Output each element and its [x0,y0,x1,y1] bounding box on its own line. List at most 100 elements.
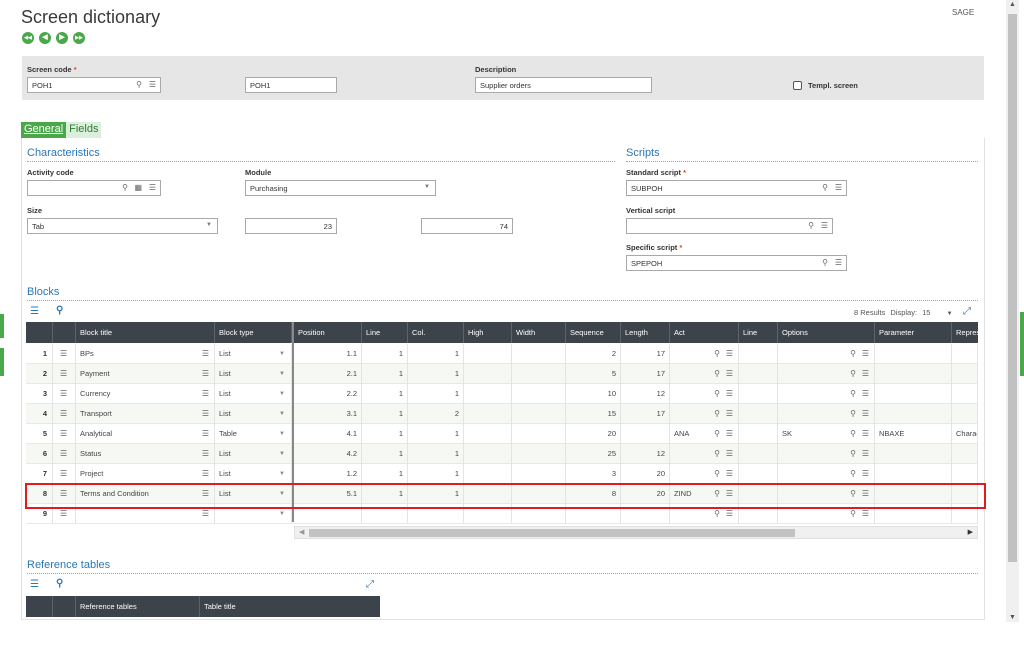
search-icon[interactable]: ⚲ [714,344,720,364]
cell-act[interactable]: ⚲ ☰ [670,404,739,424]
cell-sequence[interactable]: 25 [566,444,621,464]
size-width-field[interactable]: 74 [421,218,513,234]
list-icon[interactable]: ☰ [202,364,209,384]
last-record-icon[interactable]: ▶▶ [73,32,85,44]
header-act[interactable]: Act [670,322,739,343]
row-detail-icon[interactable]: ☰ [60,464,67,484]
right-panel-toggle[interactable] [1020,312,1024,376]
list-icon[interactable]: ☰ [726,344,733,364]
cell-position[interactable]: 1.1 [294,344,362,364]
cell-high[interactable] [464,364,512,384]
cell-parameter[interactable] [875,464,952,484]
scroll-up-icon[interactable]: ▲ [1009,1,1016,8]
cell-options[interactable]: SK ⚲ ☰ [778,424,875,444]
vertical-scrollbar[interactable]: ▲ ▼ [1006,0,1019,622]
cell-high[interactable] [464,344,512,364]
cell-sequence[interactable]: 5 [566,364,621,384]
cell-block-type[interactable]: List ▼ [215,344,292,364]
list-icon[interactable]: ☰ [862,404,869,424]
search-icon[interactable]: ⚲ [714,364,720,384]
size-height-field[interactable]: 23 [245,218,337,234]
cell-width[interactable] [512,404,566,424]
cell-block-type[interactable]: List ▼ [215,364,292,384]
row-detail-icon[interactable]: ☰ [60,404,67,424]
scroll-right-icon[interactable]: ▶ [968,528,973,536]
cell-block-type[interactable]: Table ▼ [215,424,292,444]
horizontal-scrollbar[interactable]: ◀ ▶ [294,526,978,539]
cell-length[interactable] [621,424,670,444]
cell-options[interactable]: ⚲ ☰ [778,384,875,404]
cell-line[interactable]: 1 [362,424,408,444]
cell-sequence[interactable]: 2 [566,344,621,364]
search-icon[interactable]: ⚲ [122,183,128,192]
list-icon[interactable]: ☰ [835,183,842,192]
cell-act[interactable]: ⚲ ☰ [670,384,739,404]
cell-options[interactable]: ⚲ ☰ [778,364,875,384]
cell-line[interactable]: 1 [362,364,408,384]
header-position[interactable]: Position [294,322,362,343]
search-icon[interactable]: ⚲ [56,578,63,589]
previous-record-icon[interactable]: ◀ [39,32,51,44]
cell-parameter[interactable] [875,444,952,464]
cell-act[interactable]: ⚲ ☰ [670,444,739,464]
header-repres[interactable]: Repres [952,322,978,343]
cell-options[interactable]: ⚲ ☰ [778,344,875,364]
list-icon[interactable]: ☰ [726,444,733,464]
chevron-down-icon[interactable]: ▼ [279,364,285,384]
cell-options[interactable]: ⚲ ☰ [778,404,875,424]
row-detail[interactable]: ☰ [53,364,76,384]
cell-position[interactable]: 3.1 [294,404,362,424]
cell-width[interactable] [512,384,566,404]
cell-block-title[interactable]: BPs ☰ [76,344,215,364]
cell-options[interactable]: ⚲ ☰ [778,464,875,484]
expand-icon[interactable]: ⤢ [366,579,374,590]
cell-parameter[interactable] [875,404,952,424]
templ-screen-checkbox[interactable] [793,81,802,90]
cell-length[interactable]: 12 [621,444,670,464]
list-icon[interactable]: ☰ [726,364,733,384]
search-icon[interactable]: ⚲ [808,221,814,230]
header-reference-tables[interactable]: Reference tables [76,596,200,617]
cell-parameter[interactable] [875,364,952,384]
scrollbar-thumb[interactable] [309,529,795,537]
list-icon[interactable]: ☰ [202,344,209,364]
calendar-icon[interactable]: ▦ [134,183,142,192]
row-detail-icon[interactable]: ☰ [60,424,67,444]
row-detail[interactable]: ☰ [53,404,76,424]
cell-length[interactable]: 17 [621,344,670,364]
cell-col[interactable]: 1 [408,364,464,384]
cell-repres[interactable] [952,444,978,464]
cell-high[interactable] [464,384,512,404]
left-panel-toggle-2[interactable] [0,348,4,376]
list-icon[interactable]: ☰ [862,364,869,384]
list-icon[interactable]: ☰ [202,444,209,464]
search-icon[interactable]: ⚲ [850,344,856,364]
cell-high[interactable] [464,444,512,464]
next-record-icon[interactable]: ▶ [56,32,68,44]
row-detail[interactable]: ☰ [53,424,76,444]
cell-repres[interactable]: Charac [952,424,978,444]
table-row[interactable]: 6 ☰ Status ☰ List ▼ 4.2 1 1 25 12 ⚲ ☰ ⚲ ☰ [26,444,978,464]
header-parameter[interactable]: Parameter [875,322,952,343]
cell-line-2[interactable] [739,424,778,444]
cell-width[interactable] [512,344,566,364]
cell-line-2[interactable] [739,404,778,424]
chevron-down-icon[interactable]: ▼ [947,311,953,317]
cell-act[interactable]: ⚲ ☰ [670,464,739,484]
tab-general[interactable]: General [21,122,67,138]
cell-position[interactable]: 4.1 [294,424,362,444]
cell-block-title[interactable]: Transport ☰ [76,404,215,424]
cell-line[interactable]: 1 [362,464,408,484]
cell-high[interactable] [464,424,512,444]
cell-act[interactable]: ANA ⚲ ☰ [670,424,739,444]
search-icon[interactable]: ⚲ [714,384,720,404]
cell-length[interactable]: 17 [621,404,670,424]
cell-block-type[interactable]: List ▼ [215,384,292,404]
description-field[interactable]: Supplier orders [475,77,652,93]
header-width[interactable]: Width [512,322,566,343]
chevron-down-icon[interactable]: ▼ [279,344,285,364]
cell-position[interactable]: 1.2 [294,464,362,484]
cell-col[interactable]: 1 [408,424,464,444]
cell-repres[interactable] [952,464,978,484]
search-icon[interactable]: ⚲ [850,444,856,464]
